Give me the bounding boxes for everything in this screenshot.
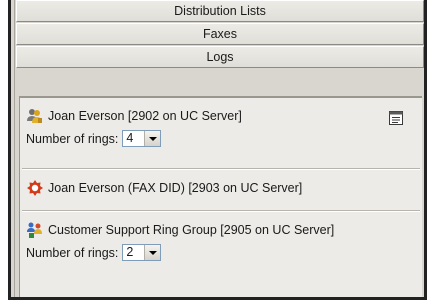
item-label: Joan Everson [2902 on UC Server]: [48, 109, 242, 123]
dropdown-arrow-icon[interactable]: [144, 131, 161, 146]
list-item[interactable]: Joan Everson [2902 on UC Server] Number …: [26, 106, 422, 147]
rings-select[interactable]: 4: [122, 130, 162, 147]
section-tabs: Distribution Lists Faxes Logs: [16, 0, 424, 68]
routing-list-panel: Joan Everson [2902 on UC Server] Number …: [19, 96, 422, 297]
call-routing-frame: Distribution Lists Faxes Logs Joan Evers…: [8, 0, 427, 300]
rings-row: Number of rings: 2: [26, 244, 422, 261]
tab-distribution-lists[interactable]: Distribution Lists: [16, 0, 424, 22]
rings-select-value: 2: [126, 245, 134, 259]
frame-divider: [14, 0, 15, 297]
item-divider: [22, 210, 420, 211]
notes-icon[interactable]: [388, 110, 404, 126]
rings-row: Number of rings: 4: [26, 130, 422, 147]
rings-select[interactable]: 2: [122, 244, 162, 261]
tab-faxes[interactable]: Faxes: [16, 23, 424, 45]
dropdown-arrow-icon[interactable]: [144, 245, 161, 260]
item-label: Joan Everson (FAX DID) [2903 on UC Serve…: [48, 181, 303, 195]
fax-did-icon: [27, 180, 43, 196]
list-item[interactable]: Joan Everson (FAX DID) [2903 on UC Serve…: [26, 178, 422, 198]
tab-logs[interactable]: Logs: [16, 46, 424, 68]
ring-group-icon: [27, 222, 42, 238]
rings-label: Number of rings:: [26, 245, 119, 260]
rings-label: Number of rings:: [26, 131, 119, 146]
rings-select-value: 4: [126, 131, 134, 145]
item-divider: [22, 168, 420, 169]
item-label: Customer Support Ring Group [2905 on UC …: [48, 223, 335, 237]
user-group-icon: [27, 109, 42, 123]
list-item[interactable]: Customer Support Ring Group [2905 on UC …: [26, 220, 422, 261]
